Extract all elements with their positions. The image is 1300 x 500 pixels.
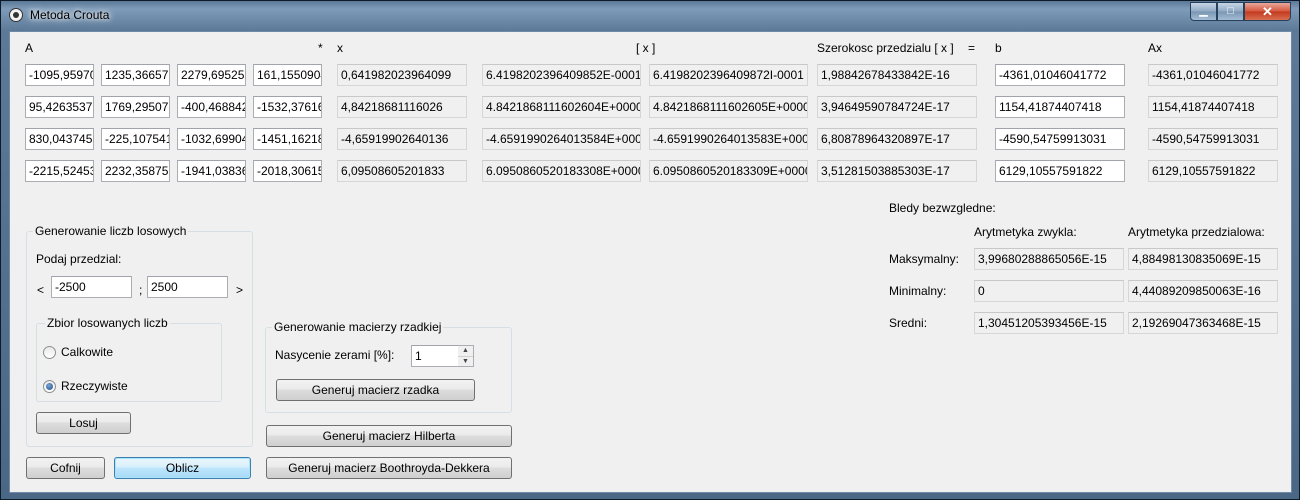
matrix-a-cell[interactable]: -225,1075410 <box>101 128 170 150</box>
number-set-group: Zbior losowanych liczb Calkowite Rzeczyw… <box>36 316 222 402</box>
matrix-a-cell[interactable]: 1235,3665760 <box>101 64 170 86</box>
header-ax: Ax <box>1148 41 1163 55</box>
interval-lower-field[interactable]: -4.6591990264013584E+0000 <box>482 128 641 150</box>
b-value-field[interactable]: -4590,54759913031 <box>995 128 1125 150</box>
matrix-a-cell[interactable]: 161,1550904 <box>253 64 322 86</box>
b-value-field[interactable]: -4361,01046041772 <box>995 64 1125 86</box>
matrix-a-cell[interactable]: -400,4688428 <box>177 96 246 118</box>
ax-value-field[interactable]: -4361,01046041772 <box>1148 64 1278 86</box>
x-value-field[interactable]: 6,09508605201833 <box>337 160 467 182</box>
error-row-label: Minimalny: <box>889 284 947 298</box>
interval-upper-field[interactable]: 6.4198202396409872I-0001 <box>649 64 808 86</box>
header-equals: = <box>968 41 976 55</box>
matrix-a-cell[interactable]: -2215,524535 <box>25 160 94 182</box>
main-window: Metoda Crouta ▁ □ ✕ A * x [ x ] Szerokos… <box>0 0 1300 500</box>
zeros-percent-input[interactable]: 1 <box>411 345 459 367</box>
random-group-title: Generowanie liczb losowych <box>33 224 189 238</box>
errors-col-interval: Arytmetyka przedzialowa: <box>1128 225 1265 239</box>
sparse-group: Generowanie macierzy rzadkiej Nasycenie … <box>265 320 512 413</box>
interval-lower-field[interactable]: 4.8421868111602604E+0000 <box>482 96 641 118</box>
title-bar[interactable]: Metoda Crouta ▁ □ ✕ <box>1 1 1299 29</box>
random-group: Generowanie liczb losowych Podaj przedzi… <box>26 224 253 447</box>
ax-value-field[interactable]: -4590,54759913031 <box>1148 128 1278 150</box>
range-gt-label: > <box>236 283 244 297</box>
ax-value-field[interactable]: 1154,41874407418 <box>1148 96 1278 118</box>
range-to-input[interactable]: 2500 <box>147 276 228 298</box>
number-set-title: Zbior losowanych liczb <box>45 316 170 330</box>
interval-width-field[interactable]: 3,94649590784724E-17 <box>817 96 977 118</box>
compute-button[interactable]: Oblicz <box>114 457 251 479</box>
integer-radio[interactable] <box>43 346 56 359</box>
spin-down-icon[interactable]: ▼ <box>458 357 473 367</box>
error-interval-field[interactable]: 2,19269047363468E-15 <box>1128 312 1278 334</box>
matrix-a-cell[interactable]: -2018,306150 <box>253 160 322 182</box>
app-icon <box>9 8 23 22</box>
matrix-a-cell[interactable]: -1095,959707 <box>25 64 94 86</box>
minimize-button[interactable]: ▁ <box>1190 2 1217 21</box>
header-interval-width: Szerokosc przedzialu [ x ] <box>817 41 954 55</box>
integer-radio-label[interactable]: Calkowite <box>61 345 113 359</box>
x-value-field[interactable]: 4,84218681116026 <box>337 96 467 118</box>
range-from-input[interactable]: -2500 <box>51 276 132 298</box>
real-radio-label[interactable]: Rzeczywiste <box>61 379 128 393</box>
range-lt-label: < <box>37 283 45 297</box>
interval-width-field[interactable]: 6,80878964320897E-17 <box>817 128 977 150</box>
matrix-a-cell[interactable]: 1769,2950782 <box>101 96 170 118</box>
header-multiply: * <box>318 41 323 55</box>
b-value-field[interactable]: 6129,10557591822 <box>995 160 1125 182</box>
matrix-a-cell[interactable]: -1032,699048 <box>177 128 246 150</box>
real-radio[interactable] <box>43 380 56 393</box>
header-interval-x: [ x ] <box>636 41 656 55</box>
header-x: x <box>337 41 343 55</box>
interval-lower-field[interactable]: 6.0950860520183308E+0000 <box>482 160 641 182</box>
close-button[interactable]: ✕ <box>1244 2 1291 21</box>
error-interval-field[interactable]: 4,88498130835069E-15 <box>1128 248 1278 270</box>
interval-upper-field[interactable]: 4.8421868111602605E+0000 <box>649 96 808 118</box>
interval-width-field[interactable]: 1,98842678433842E-16 <box>817 64 977 86</box>
matrix-a-cell[interactable]: -1941,038368 <box>177 160 246 182</box>
zeros-label: Nasycenie zerami [%]: <box>275 348 395 362</box>
boothroyd-dekker-button[interactable]: Generuj macierz Boothroyda-Dekkera <box>266 457 512 479</box>
error-normal-field[interactable]: 1,30451205393456E-15 <box>974 312 1124 334</box>
matrix-a-cell[interactable]: 95,426353799 <box>25 96 94 118</box>
error-interval-field[interactable]: 4,44089209850063E-16 <box>1128 280 1278 302</box>
back-button[interactable]: Cofnij <box>26 457 105 479</box>
interval-upper-field[interactable]: -4.6591990264013583E+0000 <box>649 128 808 150</box>
sparse-group-title: Generowanie macierzy rzadkiej <box>272 320 444 334</box>
header-matrix-a: A <box>25 41 34 55</box>
error-normal-field[interactable]: 0 <box>974 280 1124 302</box>
spin-up-icon[interactable]: ▲ <box>458 346 473 357</box>
range-separator: ; <box>139 283 143 297</box>
sparse-matrix-button[interactable]: Generuj macierz rzadka <box>276 379 475 401</box>
b-value-field[interactable]: 1154,41874407418 <box>995 96 1125 118</box>
range-label: Podaj przedzial: <box>36 252 122 266</box>
errors-title: Bledy bezwzgledne: <box>889 201 996 215</box>
error-row-label: Sredni: <box>889 316 928 330</box>
draw-button[interactable]: Losuj <box>36 412 131 434</box>
x-value-field[interactable]: -4,65919902640136 <box>337 128 467 150</box>
interval-lower-field[interactable]: 6.4198202396409852E-0001 <box>482 64 641 86</box>
window-title: Metoda Crouta <box>30 8 110 22</box>
error-row-label: Maksymalny: <box>889 252 960 266</box>
hilbert-matrix-button[interactable]: Generuj macierz Hilberta <box>266 425 512 447</box>
matrix-a-cell[interactable]: 2279,6952554 <box>177 64 246 86</box>
matrix-a-cell[interactable]: 830,04374534 <box>25 128 94 150</box>
errors-col-normal: Arytmetyka zwykla: <box>974 225 1077 239</box>
error-normal-field[interactable]: 3,99680288865056E-15 <box>974 248 1124 270</box>
maximize-button[interactable]: □ <box>1217 2 1244 21</box>
ax-value-field[interactable]: 6129,10557591822 <box>1148 160 1278 182</box>
x-value-field[interactable]: 0,641982023964099 <box>337 64 467 86</box>
matrix-a-cell[interactable]: -1532,376160 <box>253 96 322 118</box>
interval-width-field[interactable]: 3,51281503885303E-17 <box>817 160 977 182</box>
interval-upper-field[interactable]: 6.0950860520183309E+0000 <box>649 160 808 182</box>
form-client-area: A * x [ x ] Szerokosc przedzialu [ x ] =… <box>9 31 1292 493</box>
matrix-a-cell[interactable]: -1451,162185 <box>253 128 322 150</box>
header-b: b <box>995 41 1002 55</box>
matrix-a-cell[interactable]: 2232,3587555 <box>101 160 170 182</box>
zeros-spin-buttons[interactable]: ▲ ▼ <box>458 345 474 367</box>
